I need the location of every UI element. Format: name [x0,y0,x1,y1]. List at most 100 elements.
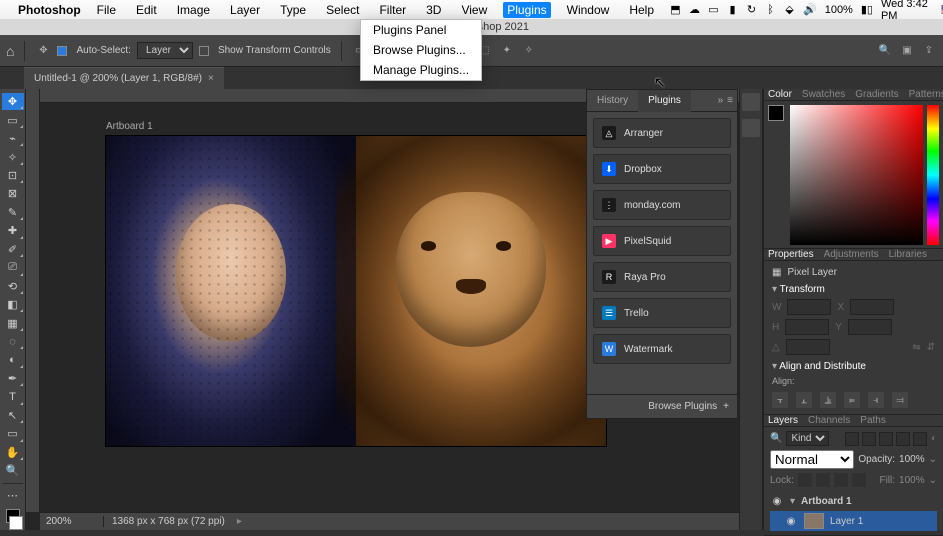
filter-pixel-icon[interactable] [845,432,859,446]
align-bottom-btn[interactable]: ⫤ [892,392,908,408]
move-tool[interactable]: ✥ [2,93,24,110]
align-header[interactable]: Align and Distribute [772,361,935,372]
tab-paths[interactable]: Paths [860,415,886,426]
color-field[interactable] [790,105,923,245]
type-tool[interactable]: T [2,388,24,405]
cloud-icon[interactable]: ☁ [689,3,700,16]
auto-select-target[interactable]: Layer [137,42,193,59]
visibility-icon[interactable]: ◉ [784,516,798,527]
menu-select[interactable]: Select [322,2,363,18]
workspace-icon[interactable]: ▣ [899,43,915,59]
layer-row-artboard[interactable]: ◉ ▾ Artboard 1 [770,491,937,511]
stamp-tool[interactable]: ⎚ [2,259,24,276]
filter-shape-icon[interactable] [896,432,910,446]
plugins-menu-item[interactable]: Manage Plugins... [361,60,481,80]
volume-icon[interactable]: 🔊 [803,3,817,16]
document-tab[interactable]: Untitled-1 @ 200% (Layer 1, RGB/8#) × [24,67,224,89]
transform-header[interactable]: Transform [772,284,935,295]
menu-window[interactable]: Window [563,2,614,18]
panel-tab-history[interactable]: History [587,90,638,112]
wand-tool[interactable]: ✧ [2,148,24,165]
ruler-vertical[interactable] [26,89,40,512]
marquee-tool[interactable]: ▭ [2,111,24,128]
menu-image[interactable]: Image [173,2,214,18]
plugin-item-trello[interactable]: ☰Trello [593,298,731,328]
healing-tool[interactable]: ✚ [2,222,24,239]
menu-layer[interactable]: Layer [226,2,264,18]
3d-light-icon[interactable]: ✧ [521,43,537,59]
fill-value[interactable]: 100% [899,475,925,486]
blend-mode-select[interactable]: Normal [770,450,854,469]
align-right-btn[interactable]: ⫡ [820,392,836,408]
show-transform-checkbox[interactable] [199,46,209,56]
plugin-item-arranger[interactable]: ◬Arranger [593,118,731,148]
tab-color[interactable]: Color [768,89,792,100]
filter-type-icon[interactable] [879,432,893,446]
menu-type[interactable]: Type [276,2,310,18]
menu-help[interactable]: Help [625,2,658,18]
plugin-item-monday-com[interactable]: ⋮monday.com [593,190,731,220]
layer-filter-kind[interactable]: Kind [786,431,829,446]
filter-smart-icon[interactable] [913,432,927,446]
visibility-icon[interactable]: ◉ [770,496,784,507]
search-icon[interactable]: 🔍 [877,43,893,59]
wifi-icon[interactable]: ⬙ [784,3,795,16]
flip-v-icon[interactable]: ⇵ [927,342,935,353]
align-vcenter-btn[interactable]: ⫣ [868,392,884,408]
menu-plugins[interactable]: Plugins [503,2,550,18]
close-tab-icon[interactable]: × [208,73,214,84]
eyedropper-tool[interactable]: ✎ [2,204,24,221]
auto-select-checkbox[interactable] [57,46,67,56]
edit-toolbar[interactable]: ⋯ [2,486,24,503]
tab-channels[interactable]: Channels [808,415,850,426]
plugin-item-dropbox[interactable]: ⬇Dropbox [593,154,731,184]
tab-layers[interactable]: Layers [768,415,798,426]
plugins-menu-item[interactable]: Browse Plugins... [361,40,481,60]
color-swatches[interactable] [2,509,23,530]
path-select-tool[interactable]: ↖ [2,407,24,424]
layer-row-layer1[interactable]: ◉ Layer 1 [770,511,937,531]
dodge-tool[interactable]: ◐ [2,351,24,368]
zoom-tool[interactable]: 🔍 [2,462,24,479]
panel-collapse-icon[interactable]: » [718,95,724,106]
panel-menu-icon[interactable]: ≡ [727,95,733,106]
lock-position-icon[interactable] [816,473,830,487]
plugin-item-watermark[interactable]: WWatermark [593,334,731,364]
plugins-menu-item[interactable]: Plugins Panel [361,20,481,40]
video-icon[interactable]: ▮ [727,3,738,16]
filter-adjust-icon[interactable] [862,432,876,446]
tab-properties[interactable]: Properties [768,249,814,260]
move-tool-icon[interactable]: ✥ [35,43,51,59]
background-swatch[interactable] [9,516,23,530]
lock-artboard-icon[interactable] [834,473,848,487]
color-foreground-swatch[interactable] [768,105,784,121]
tab-patterns[interactable]: Patterns [909,89,943,100]
eraser-tool[interactable]: ◧ [2,296,24,313]
menu-file[interactable]: File [93,2,120,18]
filter-toggle[interactable]: ◐ [931,433,937,444]
lock-all-icon[interactable] [852,473,866,487]
share-icon[interactable]: ⇪ [921,43,937,59]
chevron-right-icon[interactable]: ▸ [237,516,242,527]
flip-h-icon[interactable]: ⇋ [912,342,920,353]
dock-icon-1[interactable] [742,93,760,111]
align-left-btn[interactable]: ⫟ [772,392,788,408]
shape-tool[interactable]: ▭ [2,425,24,442]
hue-slider[interactable] [927,105,939,245]
menu-view[interactable]: View [457,2,491,18]
align-hcenter-btn[interactable]: ⫠ [796,392,812,408]
sync-icon[interactable]: ↻ [746,3,757,16]
plugin-item-pixelsquid[interactable]: ▶PixelSquid [593,226,731,256]
opacity-value[interactable]: 100% [899,454,925,465]
frame-tool[interactable]: ⊠ [2,185,24,202]
artboard-label[interactable]: Artboard 1 [106,121,153,132]
zoom-level[interactable]: 200% [40,516,104,527]
plugin-item-raya-pro[interactable]: RRaya Pro [593,262,731,292]
bluetooth-icon[interactable]: ᛒ [765,4,776,16]
browse-plugins-button[interactable]: Browse Plugins + [587,394,737,418]
gradient-tool[interactable]: ▦ [2,314,24,331]
tab-libraries[interactable]: Libraries [889,249,927,260]
align-top-btn[interactable]: ⫢ [844,392,860,408]
airplay-icon[interactable]: ▭ [708,3,719,16]
brush-tool[interactable]: ✐ [2,241,24,258]
